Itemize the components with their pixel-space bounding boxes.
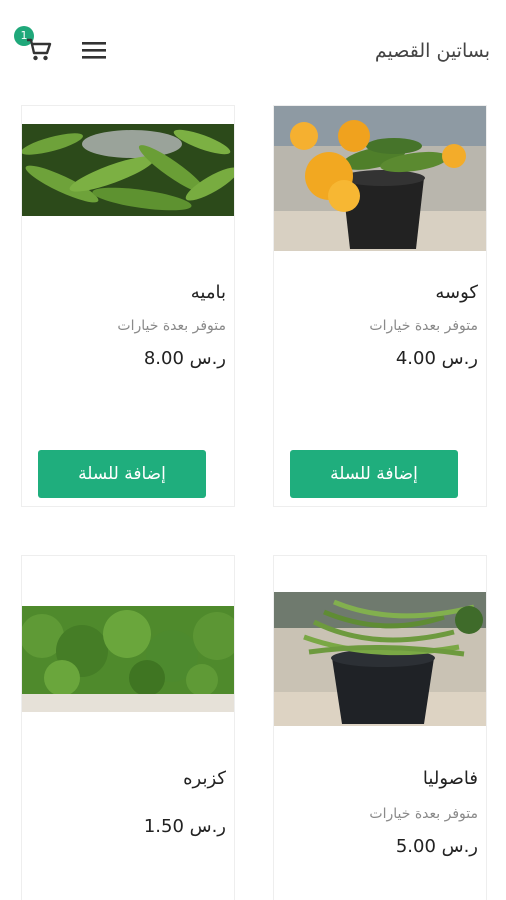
- cart-button[interactable]: 1: [14, 26, 58, 70]
- hamburger-icon: [82, 42, 106, 59]
- product-card-green-beans[interactable]: فاصوليا متوفر بعدة خيارات ر.س 5.00: [274, 556, 486, 900]
- product-name: كزبره: [183, 768, 226, 789]
- add-to-cart-button[interactable]: إضافة للسلة: [290, 450, 458, 498]
- menu-button[interactable]: [80, 38, 110, 64]
- product-price: ر.س 4.00: [395, 348, 478, 369]
- product-image-zucchini[interactable]: [274, 106, 486, 251]
- product-card-okra[interactable]: باميه متوفر بعدة خيارات ر.س 8.00 إضافة ل…: [22, 106, 234, 506]
- product-name: فاصوليا: [422, 768, 478, 789]
- add-to-cart-button[interactable]: إضافة للسلة: [38, 450, 206, 498]
- product-availability: متوفر بعدة خيارات: [369, 806, 478, 822]
- app-header: بساتين القصيم 1: [0, 0, 506, 100]
- product-name: باميه: [190, 282, 226, 303]
- product-image-coriander[interactable]: [22, 606, 234, 712]
- product-card-coriander[interactable]: كزبره ر.س 1.50: [22, 556, 234, 900]
- cart-icon: [27, 38, 52, 61]
- product-availability: متوفر بعدة خيارات: [369, 318, 478, 334]
- product-image-green-beans[interactable]: [274, 592, 486, 726]
- product-price: ر.س 1.50: [143, 816, 226, 837]
- product-image-okra[interactable]: [22, 124, 234, 216]
- product-card-zucchini[interactable]: كوسه متوفر بعدة خيارات ر.س 4.00 إضافة لل…: [274, 106, 486, 506]
- product-price: ر.س 8.00: [143, 348, 226, 369]
- product-name: كوسه: [435, 282, 478, 303]
- product-availability: متوفر بعدة خيارات: [117, 318, 226, 334]
- store-title: بساتين القصيم: [374, 40, 490, 62]
- product-price: ر.س 5.00: [395, 836, 478, 857]
